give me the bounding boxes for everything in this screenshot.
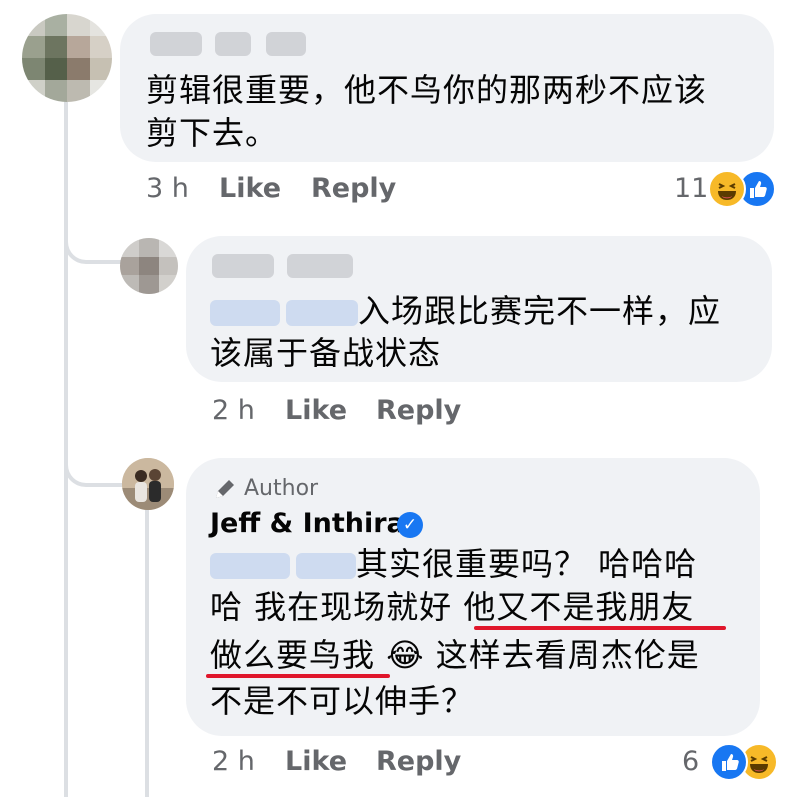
thread-connector-2	[64, 230, 122, 264]
comment-timestamp[interactable]: 2 h	[212, 395, 255, 426]
thread-line-main	[64, 90, 68, 797]
haha-icon	[708, 170, 746, 208]
author-avatar[interactable]	[122, 458, 174, 510]
like-button[interactable]: Like	[285, 395, 347, 426]
pencil-icon	[212, 476, 238, 502]
comment-text: 做么要鸟我 😂 这样去看周杰伦是	[210, 636, 700, 674]
verified-badge-icon: ✓	[397, 512, 423, 538]
like-icon	[710, 743, 748, 781]
comment-text: 该属于备战状态	[210, 334, 442, 372]
author-name[interactable]: Jeff & Inthira	[210, 508, 405, 539]
like-button[interactable]: Like	[285, 746, 347, 777]
author-badge: Author	[244, 476, 319, 501]
reaction-count[interactable]: 6	[682, 746, 699, 777]
reaction-count[interactable]: 11	[674, 173, 708, 204]
like-button[interactable]: Like	[219, 173, 281, 204]
comment-timestamp[interactable]: 2 h	[212, 746, 255, 777]
commenter-name[interactable]	[212, 254, 354, 278]
thread-line-reply	[145, 510, 149, 797]
laughing-emoji: 😂	[386, 636, 425, 674]
mentioned-user[interactable]	[210, 545, 356, 583]
comment-text: 剪下去。	[146, 114, 279, 152]
reply-button[interactable]: Reply	[311, 173, 396, 204]
comment-timestamp[interactable]: 3 h	[146, 173, 189, 204]
commenter-name[interactable]	[150, 32, 307, 56]
comment-text: 哈 我在现场就好 他又不是我朋友	[210, 588, 695, 626]
avatar[interactable]	[22, 14, 112, 102]
comment-text: 不是不可以伸手？	[210, 682, 475, 720]
avatar[interactable]	[120, 238, 178, 294]
reply-button[interactable]: Reply	[376, 395, 461, 426]
mentioned-user[interactable]	[210, 292, 358, 330]
thread-connector-3	[64, 453, 122, 487]
reply-button[interactable]: Reply	[376, 746, 461, 777]
